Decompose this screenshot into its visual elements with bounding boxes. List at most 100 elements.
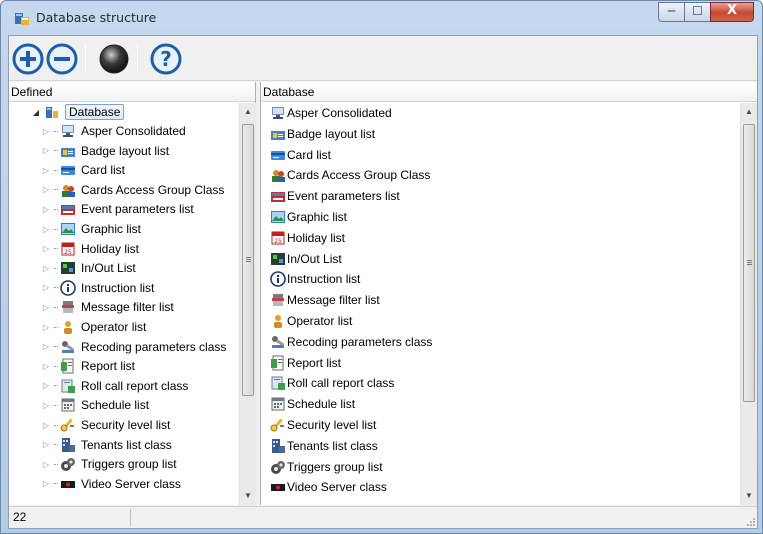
title-bar[interactable]: Database structure ─ ☐ X: [1, 1, 762, 34]
tree-item[interactable]: ▷ Roll call report class: [41, 377, 188, 395]
tree-item[interactable]: ▷ In/Out List: [41, 259, 136, 277]
expand-toggle-icon[interactable]: ▷: [41, 264, 51, 273]
minimize-button[interactable]: ─: [658, 2, 685, 22]
list-item[interactable]: Tenants list class: [270, 437, 378, 455]
list-item[interactable]: Report list: [270, 354, 341, 372]
expand-toggle-icon[interactable]: ▷: [41, 440, 51, 449]
expand-toggle-icon[interactable]: ▷: [41, 185, 51, 194]
tree-item-label: Schedule list: [81, 398, 150, 413]
expand-toggle-icon[interactable]: ▷: [41, 401, 51, 410]
tree-item[interactable]: ▷ Triggers group list: [41, 455, 177, 473]
database-structure-icon: [15, 13, 29, 25]
defined-scrollbar[interactable]: ▲ ▼: [239, 103, 256, 505]
record-icon[interactable]: [97, 42, 131, 76]
tree-item[interactable]: ▷ Instruction list: [41, 279, 154, 297]
scroll-down-icon[interactable]: ▼: [741, 487, 757, 504]
tree-item[interactable]: ▷ Security level list: [41, 416, 170, 434]
list-item[interactable]: Asper Consolidated: [270, 104, 392, 122]
tree-item[interactable]: ▷ Tenants list class: [41, 436, 172, 454]
list-item[interactable]: Message filter list: [270, 291, 380, 309]
collapse-toggle-icon[interactable]: ◢: [31, 108, 41, 117]
grip-icon: [747, 260, 752, 261]
window-controls: ─ ☐ X: [658, 2, 754, 22]
tree-item[interactable]: ▷ 25 Holiday list: [41, 240, 139, 258]
defined-pane: Defined ◢ Database ▷ Asper Consolidated ▷ B…: [9, 82, 256, 505]
list-item[interactable]: Card list: [270, 146, 331, 164]
scroll-up-icon[interactable]: ▲: [741, 103, 757, 120]
tree-item[interactable]: ▷ Event parameters list: [41, 200, 194, 218]
expand-toggle-icon[interactable]: ▷: [41, 421, 51, 430]
list-item-label: Video Server class: [287, 480, 387, 495]
expand-toggle-icon[interactable]: ▷: [41, 381, 51, 390]
list-item[interactable]: Badge layout list: [270, 125, 375, 143]
svg-text:25: 25: [274, 238, 282, 245]
help-icon[interactable]: ?: [149, 42, 183, 76]
tree-item[interactable]: ▷ Badge layout list: [41, 142, 169, 160]
graphic-icon: [271, 211, 285, 223]
tree-item[interactable]: ▷ Recoding parameters class: [41, 338, 226, 356]
tree-item[interactable]: ▷ Asper Consolidated: [41, 122, 186, 140]
list-item[interactable]: Security level list: [270, 416, 376, 434]
close-button[interactable]: X: [710, 2, 754, 22]
tree-item[interactable]: ▷ Operator list: [41, 318, 146, 336]
expand-toggle-icon[interactable]: ▷: [41, 479, 51, 488]
list-item[interactable]: Video Server class: [270, 478, 387, 496]
maximize-button[interactable]: ☐: [684, 2, 711, 22]
list-item[interactable]: Event parameters list: [270, 187, 400, 205]
list-item-label: Cards Access Group Class: [287, 168, 431, 183]
tree-item-label: Event parameters list: [81, 202, 194, 217]
list-item[interactable]: 25 Holiday list: [270, 229, 345, 247]
list-item-label: Graphic list: [287, 210, 348, 224]
info-icon: [270, 271, 286, 288]
expand-toggle-icon[interactable]: ▷: [41, 146, 51, 155]
expand-toggle-icon[interactable]: ▷: [41, 342, 51, 351]
tenants-icon: [272, 438, 285, 453]
tree-item[interactable]: ▷ Card list: [41, 161, 125, 179]
scroll-thumb[interactable]: [242, 124, 254, 396]
list-item[interactable]: Instruction list: [270, 270, 360, 288]
expand-toggle-icon[interactable]: ▷: [41, 127, 51, 136]
list-item[interactable]: In/Out List: [270, 250, 342, 268]
database-header[interactable]: Database: [261, 82, 757, 102]
list-item[interactable]: Cards Access Group Class: [270, 166, 430, 184]
resize-grip-icon[interactable]: [745, 516, 755, 526]
tree-item[interactable]: ▷ Schedule list: [41, 396, 149, 414]
database-scrollbar[interactable]: ▲ ▼: [740, 103, 757, 505]
list-item[interactable]: Schedule list: [270, 395, 355, 413]
expand-toggle-icon[interactable]: ▷: [41, 244, 51, 253]
expand-toggle-icon[interactable]: ▷: [41, 460, 51, 469]
tree-item[interactable]: ▷ Cards Access Group Class: [41, 181, 224, 199]
expand-toggle-icon[interactable]: ▷: [41, 166, 51, 175]
list-item[interactable]: Graphic list: [270, 208, 347, 226]
expand-toggle-icon[interactable]: ▷: [41, 362, 51, 371]
recording-parameters-icon: [62, 340, 75, 353]
defined-header[interactable]: Defined: [9, 82, 255, 102]
badge-layout-icon: [271, 130, 285, 140]
tree-item[interactable]: ▷ Report list: [41, 357, 135, 375]
tree-root[interactable]: ◢ Database: [31, 103, 125, 121]
scroll-down-icon[interactable]: ▼: [240, 487, 256, 504]
tree-connector: [54, 483, 58, 485]
list-item[interactable]: Operator list: [270, 312, 352, 330]
tenants-icon: [62, 437, 75, 452]
expand-toggle-icon[interactable]: ▷: [41, 323, 51, 332]
collapse-all-icon[interactable]: [45, 42, 79, 76]
scroll-thumb[interactable]: [743, 124, 755, 402]
tree-item-label: In/Out List: [81, 261, 136, 276]
scroll-up-icon[interactable]: ▲: [240, 103, 256, 120]
tree-connector: [54, 326, 58, 328]
tree-item[interactable]: ▷ Graphic list: [41, 220, 141, 238]
expand-toggle-icon[interactable]: ▷: [41, 303, 51, 312]
list-item[interactable]: Triggers group list: [270, 458, 383, 476]
list-item-label: Security level list: [287, 418, 377, 432]
tree-item[interactable]: ▷ Message filter list: [41, 298, 174, 316]
expand-toggle-icon[interactable]: ▷: [41, 225, 51, 234]
list-item[interactable]: Recoding parameters class: [270, 333, 432, 351]
tree-connector: [54, 150, 58, 152]
expand-all-icon[interactable]: [11, 42, 45, 76]
tree-item-label: Triggers group list: [81, 457, 177, 472]
tree-item[interactable]: ▷ Video Server class: [41, 475, 181, 493]
list-item[interactable]: Roll call report class: [270, 374, 394, 392]
expand-toggle-icon[interactable]: ▷: [41, 283, 51, 292]
expand-toggle-icon[interactable]: ▷: [41, 205, 51, 214]
